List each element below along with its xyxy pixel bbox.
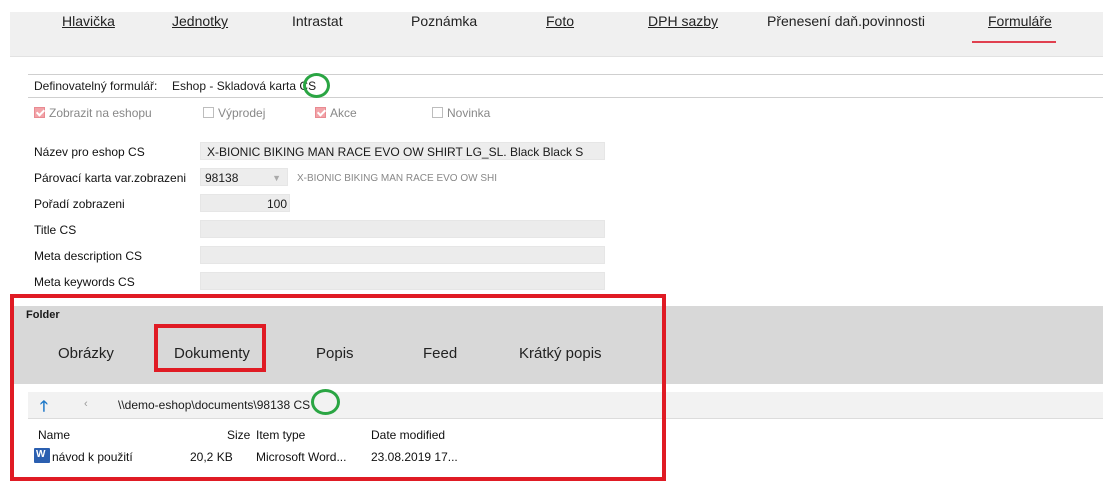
label-nazev-pro-eshop: Název pro eshop CS [34,145,145,159]
tab-poznamka[interactable]: Poznámka [411,13,477,29]
checkbox-vyprodej[interactable]: Výprodej [203,106,265,120]
tab-formulare[interactable]: Formuláře [988,13,1052,29]
highlight-circle-form-lang [303,73,330,98]
checkbox-box [203,107,214,118]
checkbox-box [34,107,45,118]
tab-foto[interactable]: Foto [546,13,574,29]
input-poradi-zobrazeni[interactable]: 100 [200,194,290,212]
tab-preneseni-dan-povinnosti[interactable]: Přenesení daň.povinnosti [767,13,925,29]
checkbox-akce[interactable]: Akce [315,106,357,120]
input-nazev-pro-eshop[interactable]: X-BIONIC BIKING MAN RACE EVO OW SHIRT LG… [200,142,605,160]
tab-hlavicka[interactable]: Hlavička [62,13,115,29]
tab-intrastat[interactable]: Intrastat [292,13,343,29]
tab-dph-sazby[interactable]: DPH sazby [648,13,718,29]
definable-form-value[interactable]: Eshop - Skladová karta CS [172,79,316,93]
highlight-box-folder-section [10,294,666,481]
label-poradi-zobrazeni: Pořadí zobrazeni [34,197,125,211]
checkbox-box [432,107,443,118]
checkbox-zobrazit-na-eshopu[interactable]: Zobrazit na eshopu [34,106,152,120]
input-meta-keywords[interactable] [200,272,605,290]
tab-jednotky[interactable]: Jednotky [172,13,228,29]
highlight-box-dokumenty-tab [154,324,266,372]
label-title-cs: Title CS [34,223,77,237]
label-parovaci-karta: Párovací karta var.zobrazeni [34,171,187,185]
checkbox-box [315,107,326,118]
parovaci-karta-description: X-BIONIC BIKING MAN RACE EVO OW SHI [297,173,498,184]
checkbox-novinka[interactable]: Novinka [432,106,490,120]
input-title-cs[interactable] [200,220,605,238]
input-meta-description[interactable] [200,246,605,264]
definable-form-label: Definovatelný formulář: [34,79,158,93]
label-meta-keywords: Meta keywords CS [34,275,135,289]
label-meta-description: Meta description CS [34,249,143,263]
active-tab-indicator [972,41,1056,43]
chevron-down-icon[interactable]: ▼ [272,169,281,185]
select-parovaci-karta[interactable]: 98138 ▼ [200,168,288,186]
